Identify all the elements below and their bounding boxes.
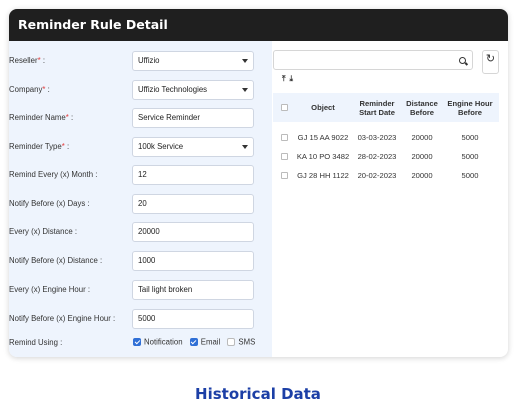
refresh-icon: ↻ xyxy=(485,52,496,65)
search-input[interactable] xyxy=(273,50,473,70)
every-distance-row: Every (x) Distance : 20000 xyxy=(0,222,263,242)
cell-distance: 20000 xyxy=(411,152,433,161)
cell-object: GJ 28 HH 1122 xyxy=(297,171,349,180)
column-header-distance[interactable]: Distance Before xyxy=(401,93,443,122)
cell-object: GJ 15 AA 9022 xyxy=(297,133,349,142)
table-row[interactable]: KA 10 PO 3482 28-02-2023 20000 5000 xyxy=(273,147,499,166)
notify-before-distance-label: Notify Before (x) Distance : xyxy=(9,256,103,265)
column-header-object[interactable]: Object xyxy=(295,93,351,122)
company-label: Company* : xyxy=(9,85,50,94)
chevron-down-icon xyxy=(242,88,248,92)
every-engine-hour-input[interactable]: Tail light broken xyxy=(132,280,254,300)
caption-title: Historical Data xyxy=(195,385,321,403)
notify-before-days-row: Notify Before (x) Days : 20 xyxy=(0,194,263,214)
remind-using-row: Remind Using : Notification Email SMS xyxy=(0,333,263,353)
row-checkbox[interactable] xyxy=(281,134,288,141)
reminder-name-label: Reminder Name* : xyxy=(9,113,74,122)
remind-using-label: Remind Using : xyxy=(9,338,63,347)
remind-every-month-row: Remind Every (x) Month : 12 xyxy=(0,165,263,185)
every-distance-input[interactable]: 20000 xyxy=(132,222,254,242)
remind-every-month-input[interactable]: 12 xyxy=(132,165,254,185)
select-all-checkbox[interactable] xyxy=(281,104,288,111)
import-export-icons: ⤒ ⤓ xyxy=(282,74,297,84)
every-engine-hour-row: Every (x) Engine Hour : Tail light broke… xyxy=(0,280,263,300)
every-engine-hour-label: Every (x) Engine Hour : xyxy=(9,285,91,294)
cell-engine-hour: 5000 xyxy=(461,171,479,180)
search-icon[interactable] xyxy=(459,57,466,64)
reminder-type-label: Reminder Type* : xyxy=(9,142,70,151)
company-row: Company* : Uffizio Technologies xyxy=(0,80,263,100)
column-header-engine-hour[interactable]: Engine Hour Before xyxy=(443,93,497,122)
checkbox-checked-icon xyxy=(133,338,141,347)
cell-start-date: 20-02-2023 xyxy=(357,171,397,180)
reseller-row: Reseller* : Uffizio xyxy=(0,51,263,71)
reseller-select[interactable]: Uffizio xyxy=(132,51,254,71)
reminder-type-select[interactable]: 100k Service xyxy=(132,137,254,157)
cell-start-date: 28-02-2023 xyxy=(357,152,397,161)
cell-engine-hour: 5000 xyxy=(461,152,479,161)
remind-using-options: Notification Email SMS xyxy=(133,337,260,349)
row-checkbox[interactable] xyxy=(281,153,288,160)
checkbox-checked-icon xyxy=(189,338,198,347)
remind-every-month-label: Remind Every (x) Month : xyxy=(9,170,98,179)
cell-object: KA 10 PO 3482 xyxy=(296,152,350,161)
column-header-start-date[interactable]: Reminder Start Date xyxy=(353,93,401,122)
chevron-down-icon xyxy=(242,59,248,63)
table-row[interactable]: GJ 15 AA 9022 03-03-2023 20000 5000 xyxy=(273,128,499,147)
row-checkbox[interactable] xyxy=(281,172,288,179)
cell-distance: 20000 xyxy=(411,133,433,142)
checkbox-unchecked-icon xyxy=(227,338,236,347)
cell-distance: 20000 xyxy=(411,171,433,180)
notify-before-days-label: Notify Before (x) Days : xyxy=(9,199,90,208)
refresh-button[interactable]: ↻ xyxy=(482,50,499,74)
cell-start-date: 03-03-2023 xyxy=(357,133,397,142)
email-checkbox[interactable]: Email xyxy=(189,337,220,347)
chevron-down-icon xyxy=(242,145,248,149)
reseller-label: Reseller* : xyxy=(9,56,45,65)
table-row[interactable]: GJ 28 HH 1122 20-02-2023 20000 5000 xyxy=(273,166,499,185)
notify-before-days-input[interactable]: 20 xyxy=(132,194,254,214)
notification-checkbox[interactable]: Notification xyxy=(133,337,183,347)
cell-engine-hour: 5000 xyxy=(461,133,479,142)
sms-checkbox[interactable]: SMS xyxy=(227,337,255,347)
card-title: Reminder Rule Detail xyxy=(9,9,508,41)
every-distance-label: Every (x) Distance : xyxy=(9,227,78,236)
upload-icon[interactable]: ⤒ xyxy=(282,74,286,83)
notify-before-engine-hour-input[interactable]: 5000 xyxy=(132,309,254,329)
company-select[interactable]: Uffizio Technologies xyxy=(132,80,254,100)
notify-before-distance-row: Notify Before (x) Distance : 1000 xyxy=(0,251,263,271)
notify-before-engine-hour-row: Notify Before (x) Engine Hour : 5000 xyxy=(0,309,263,329)
table-header: Object Reminder Start Date Distance Befo… xyxy=(273,93,499,122)
notify-before-distance-input[interactable]: 1000 xyxy=(132,251,254,271)
download-icon[interactable]: ⤓ xyxy=(290,74,294,83)
reminder-type-row: Reminder Type* : 100k Service xyxy=(0,137,263,157)
reminder-name-input[interactable]: Service Reminder xyxy=(132,108,254,128)
notify-before-engine-hour-label: Notify Before (x) Engine Hour : xyxy=(9,314,116,323)
reminder-name-row: Reminder Name* : Service Reminder xyxy=(0,108,263,128)
